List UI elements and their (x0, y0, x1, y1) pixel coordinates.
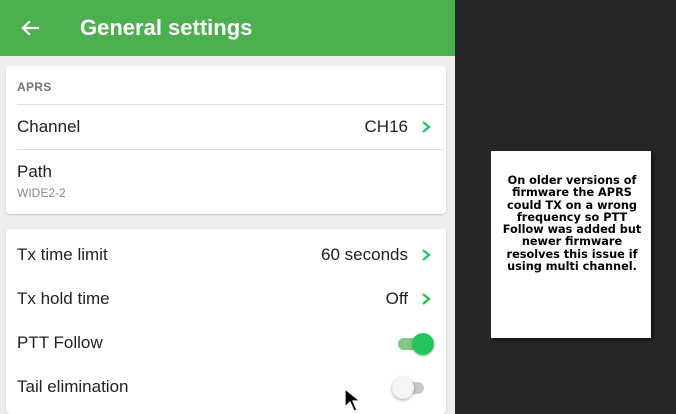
tail-elimination-row[interactable]: Tail elimination (6, 363, 446, 407)
aprs-section-header: APRS (17, 80, 52, 94)
path-value: WIDE2-2 (17, 186, 66, 200)
tx-settings-card: Tx time limit 60 seconds Tx hold time Of… (6, 229, 446, 414)
annotation-text: On older versions of firmware the APRS c… (502, 174, 642, 274)
annotation-note: On older versions of firmware the APRS c… (491, 151, 651, 338)
tx-time-limit-label: Tx time limit (17, 245, 108, 264)
aprs-card: APRS Channel CH16 Path WIDE2-2 (6, 66, 446, 214)
tail-elimination-toggle[interactable] (392, 377, 428, 399)
tx-hold-time-value: Off (385, 289, 408, 308)
tx-time-limit-row[interactable]: Tx time limit 60 seconds (6, 229, 446, 275)
channel-row[interactable]: Channel CH16 (6, 105, 446, 149)
ptt-follow-toggle[interactable] (398, 333, 434, 355)
screenshot: General settings APRS Channel CH16 Path … (0, 0, 676, 414)
page-title: General settings (80, 15, 253, 40)
toggle-thumb (412, 333, 434, 355)
path-row[interactable]: Path WIDE2-2 (6, 150, 446, 210)
path-label: Path (17, 162, 52, 181)
ptt-follow-row[interactable]: PTT Follow (6, 319, 446, 363)
arrow-left-icon (21, 20, 39, 36)
channel-label: Channel (17, 117, 81, 136)
mouse-cursor-icon (344, 388, 362, 412)
settings-app: General settings APRS Channel CH16 Path … (0, 0, 455, 414)
chevron-right-icon (422, 293, 431, 305)
chevron-right-icon (422, 249, 431, 261)
channel-value: CH16 (364, 117, 408, 136)
back-button[interactable] (12, 8, 48, 48)
chevron-right-icon (422, 121, 431, 133)
toggle-thumb (392, 377, 414, 399)
tx-hold-time-row[interactable]: Tx hold time Off (6, 275, 446, 319)
app-bar: General settings (0, 0, 455, 56)
ptt-follow-label: PTT Follow (17, 333, 103, 352)
tx-time-limit-value: 60 seconds (321, 245, 408, 264)
tx-hold-time-label: Tx hold time (17, 289, 110, 308)
tail-elimination-label: Tail elimination (17, 377, 129, 396)
